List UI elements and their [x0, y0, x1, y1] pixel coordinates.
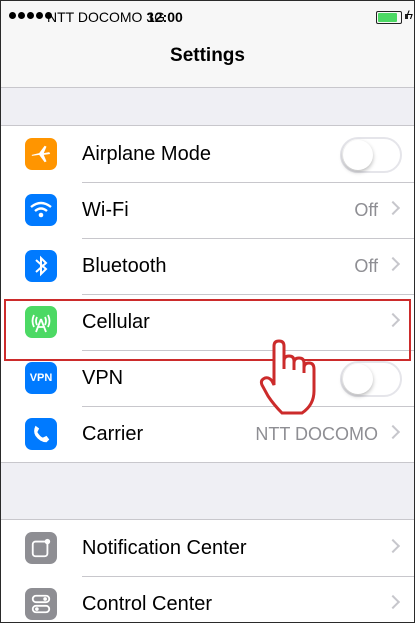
battery-icon — [376, 11, 402, 24]
settings-row-cellular[interactable]: Cellular — [1, 294, 414, 350]
setting-label: Wi-Fi — [82, 199, 129, 221]
chevron-right-icon — [385, 256, 401, 272]
control-center-icon — [25, 588, 57, 620]
status-time: 12:00 — [147, 9, 183, 25]
setting-label: Control Center — [82, 593, 213, 615]
navigation-bar: NTT DOCOMO 3G 12:00 ϟ Settings — [1, 1, 414, 88]
settings-row-carrier[interactable]: Carrier NTT DOCOMO — [1, 406, 414, 462]
notification-icon — [25, 532, 57, 564]
phone-screen: NTT DOCOMO 3G 12:00 ϟ Settings Airplane … — [0, 0, 415, 623]
chevron-right-icon — [385, 200, 401, 216]
settings-row-wifi[interactable]: Wi-Fi Off — [1, 182, 414, 238]
setting-label: Airplane Mode — [82, 143, 211, 165]
setting-label: Cellular — [82, 311, 150, 333]
settings-row-vpn[interactable]: VPN VPN — [1, 350, 414, 406]
settings-group-connectivity: Airplane Mode Wi-Fi Off Bluetooth Off Ce… — [1, 125, 414, 463]
settings-row-control-center[interactable]: Control Center — [1, 576, 414, 622]
settings-group-system: Notification Center Control Center — [1, 519, 414, 622]
setting-label: Carrier — [82, 423, 144, 445]
setting-detail: NTT DOCOMO — [255, 424, 378, 444]
cellular-icon — [25, 306, 57, 338]
chevron-right-icon — [385, 594, 401, 610]
signal-strength-icon — [9, 12, 52, 19]
chevron-right-icon — [385, 312, 401, 328]
charging-icon: ϟ — [406, 8, 413, 22]
airplane-icon — [25, 138, 57, 170]
settings-row-airplane-mode[interactable]: Airplane Mode — [1, 126, 414, 182]
page-title: Settings — [170, 45, 245, 66]
airplane-mode-switch[interactable] — [340, 137, 402, 173]
wifi-icon — [25, 194, 57, 226]
vpn-switch[interactable] — [340, 361, 402, 397]
setting-label: Notification Center — [82, 537, 247, 559]
setting-detail: Off — [354, 256, 378, 276]
setting-detail: Off — [354, 200, 378, 220]
setting-label: Bluetooth — [82, 255, 167, 277]
bluetooth-icon — [25, 250, 57, 282]
settings-row-notification-center[interactable]: Notification Center — [1, 520, 414, 576]
chevron-right-icon — [385, 538, 401, 554]
vpn-icon: VPN — [25, 362, 57, 394]
settings-row-bluetooth[interactable]: Bluetooth Off — [1, 238, 414, 294]
setting-label: VPN — [82, 367, 124, 389]
status-bar: NTT DOCOMO 3G 12:00 ϟ — [1, 1, 414, 35]
chevron-right-icon — [385, 424, 401, 440]
phone-icon — [25, 418, 57, 450]
